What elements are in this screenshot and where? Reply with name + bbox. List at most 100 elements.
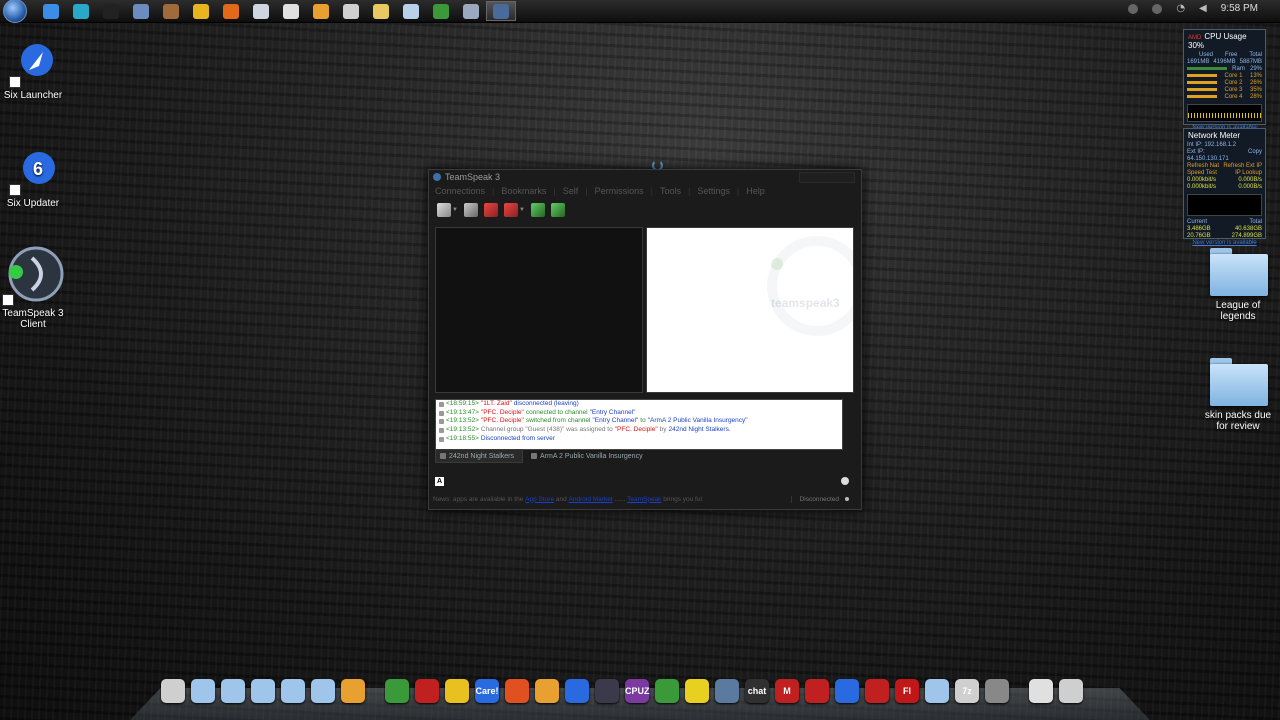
clock[interactable]: 9:58 PM [1221,3,1258,14]
taskbar-ie-icon[interactable] [36,1,66,21]
mute-microphone-icon[interactable] [503,203,518,217]
menu-permissions[interactable]: Permissions [595,186,651,196]
tray-icon[interactable] [1128,3,1139,14]
server-view-icon[interactable] [530,203,545,217]
taskbar-firefox-icon[interactable] [216,1,246,21]
dock-item-wrench[interactable] [532,676,562,706]
dock-item-razer[interactable] [862,676,892,706]
dock-item-7zip[interactable]: 7z [952,676,982,706]
identity-icon[interactable] [550,203,565,217]
log-text[interactable]: "1LT. Zaid" [481,400,512,409]
log-text[interactable]: "PFC. Deciple" [481,417,524,426]
menu-bookmarks[interactable]: Bookmarks [501,186,553,196]
format-button[interactable]: A [435,476,444,486]
log-text[interactable]: disconnected (leaving) [514,400,579,409]
dock-item-care[interactable]: Care! [472,676,502,706]
dock-item-six-updater[interactable] [562,676,592,706]
dock-item-display[interactable] [1026,676,1056,706]
log-text[interactable]: "Entry Channel" [590,409,636,418]
tab-channel[interactable]: ArmA 2 Public Vanilla Insurgency [527,449,651,463]
menu-connections[interactable]: Connections [435,186,492,196]
dock-item-videos-folder[interactable] [308,676,338,706]
desktop-icon-six-updater[interactable]: 6 Six Updater [0,148,68,209]
away-icon[interactable] [483,203,498,217]
log-text[interactable]: "Entry Channel" [592,417,638,426]
menu-help[interactable]: Help [746,186,772,196]
dock-item-flash[interactable]: Fl [892,676,922,706]
dock-item-map[interactable] [682,676,712,706]
taskbar-media-icon[interactable] [306,1,336,21]
dock-item-chrome[interactable] [382,676,412,706]
dock-item-xbox[interactable] [652,676,682,706]
tab-server[interactable]: 242nd Night Stalkers [435,449,523,463]
log-text[interactable]: "PFC. Deciple" [481,409,524,418]
taskbar-cube-icon[interactable] [456,1,486,21]
desktop-icon-teamspeak[interactable]: TeamSpeak 3 Client [0,244,68,330]
dock-item-trash[interactable] [982,676,1012,706]
dock-item-windows[interactable] [502,676,532,706]
taskbar-monitor-icon[interactable] [126,1,156,21]
taskbar-tiles-icon[interactable] [66,1,96,21]
taskbar-document-icon[interactable] [336,1,366,21]
chat-log[interactable]: <18:59:15> "1LT. Zaid" disconnected (leavi… [435,399,843,450]
dock-item-alienware[interactable] [158,676,188,706]
window-titlebar[interactable]: TeamSpeak 3 [429,170,861,184]
dock-item-fraps[interactable] [802,676,832,706]
ip-lookup-button[interactable]: IP Lookup [1235,170,1262,177]
volume-icon[interactable]: ◀ [1199,3,1207,14]
taskbar-notes-icon[interactable] [396,1,426,21]
desktop-icon-six-launcher[interactable]: Six Launcher [0,40,68,101]
log-text[interactable]: "ArmA 2 Public Vanilla Insurgency" [648,417,748,426]
start-button[interactable] [3,0,27,23]
dock-item-screen[interactable] [1056,676,1086,706]
desktop-folder-skin-packs[interactable]: skin packs due for review [1203,356,1273,432]
dock-item-downloads-folder[interactable] [248,676,278,706]
taskbar-chrome-icon[interactable] [186,1,216,21]
menu-settings[interactable]: Settings [697,186,737,196]
news-link[interactable]: App Store [525,496,554,503]
channel-tree[interactable] [435,227,643,393]
dock-item-steam[interactable] [592,676,622,706]
dock-item-teamspeak[interactable] [712,676,742,706]
chevron-down-icon[interactable]: ▼ [519,207,525,213]
taskbar-window-icon[interactable] [246,1,276,21]
taskbar-teamspeak-icon[interactable] [486,1,516,21]
news-link[interactable]: TeamSpeak [627,496,661,503]
taskbar-excel-icon[interactable] [426,1,456,21]
dock-item-torch[interactable] [442,676,472,706]
desktop-folder-league[interactable]: League of legends [1203,246,1273,322]
speed-test-button[interactable]: Speed Test [1187,170,1217,177]
network-gadget[interactable]: Network Meter Int IP: 192.168.1.2 Ext IP… [1183,128,1266,246]
dock-item-mcafee[interactable]: M [772,676,802,706]
dock-item-star[interactable] [832,676,862,706]
dock-item-glass[interactable] [922,676,952,706]
dock-item-apps[interactable] [338,676,368,706]
taskbar-paper-icon[interactable] [276,1,306,21]
log-text[interactable]: "PFC. Deciple" [615,426,658,435]
dock-item-docs-folder[interactable] [188,676,218,706]
dock-item-chat[interactable]: chat [742,676,772,706]
taskbar-terminal-icon[interactable] [96,1,126,21]
copy-button[interactable]: Copy [1248,149,1262,163]
dock-item-pictures-folder[interactable] [218,676,248,706]
refresh-nat-button[interactable]: Refresh Nat [1187,163,1219,170]
chat-input[interactable]: A [435,473,853,489]
taskbar-folder-icon[interactable] [366,1,396,21]
chevron-down-icon[interactable]: ▼ [452,207,458,213]
tray-icon[interactable] [1152,3,1163,14]
window-controls[interactable] [799,171,855,183]
connect-icon[interactable] [437,203,451,217]
taskbar-tools-icon[interactable] [156,1,186,21]
log-text[interactable]: 242nd Night Stalkers. [669,426,731,435]
menu-self[interactable]: Self [563,186,586,196]
dock-item-cpuz[interactable]: CPUZ [622,676,652,706]
refresh-ext-button[interactable]: Refresh Ext IP [1223,163,1262,170]
menu-tools[interactable]: Tools [660,186,688,196]
wifi-icon[interactable]: ◔ [1176,3,1185,14]
new-version-link[interactable]: New version is available [1184,240,1265,247]
teamspeak-window[interactable]: TeamSpeak 3 Connections | Bookmarks | Self… [428,169,862,510]
news-link[interactable]: Android Market [569,496,613,503]
cpu-gadget[interactable]: AMD CPU Usage 30% Used Free Total 1691MB 419… [1183,29,1266,131]
log-text[interactable]: Disconnected from server [481,435,555,444]
emoticon-icon[interactable] [841,477,849,485]
